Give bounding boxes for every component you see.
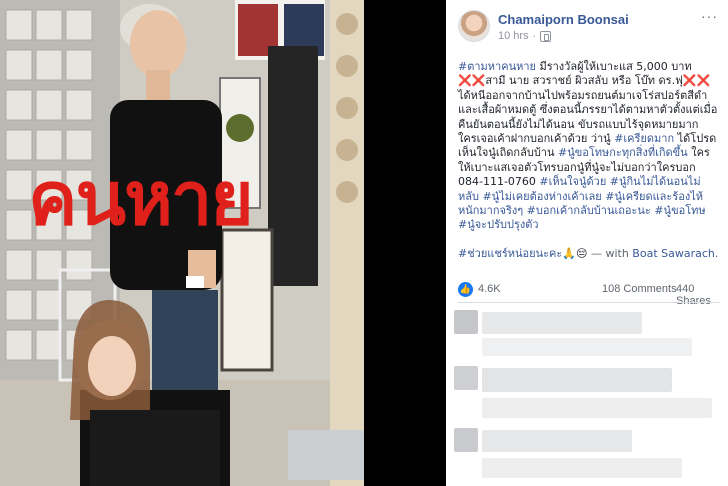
post-text-segment: สามี นาย สวราชย์ ผิวสลับ หรือ โบ๊ท ดร.ฟุ xyxy=(485,74,683,88)
avatar[interactable] xyxy=(458,10,490,42)
post-text: #ตามหาคนหาย มีรางวัลผู้ให้เบาะแส 5,000 บ… xyxy=(458,60,720,275)
reaction-bar: 👍 4.6K 108 Comments 440 Shares xyxy=(458,282,720,307)
tagged-person-link[interactable]: Boat Sawarach xyxy=(632,247,715,260)
post-photo[interactable]: คนหาย xyxy=(0,0,364,486)
hashtag-link[interactable]: #นู๋ไม่เคยต้องห่างเค้าเลย xyxy=(482,190,601,203)
missing-person-overlay: คนหาย xyxy=(28,156,254,242)
blurred-comment xyxy=(482,458,682,478)
viewer-background xyxy=(364,0,446,486)
comment-count[interactable]: 108 Comments xyxy=(602,283,677,295)
hashtag-link[interactable]: #เห็นใจนู๋ด้วย xyxy=(539,175,606,188)
hashtag-link[interactable]: #นู๋จะปรับปรุงตัว xyxy=(458,218,539,231)
privacy-public-icon[interactable] xyxy=(539,30,551,42)
blurred-comment xyxy=(482,430,632,452)
hashtag-link[interactable]: #บอกเค้ากลับบ้านเถอะนะ xyxy=(527,204,651,217)
meta-separator: · xyxy=(532,30,536,42)
blurred-comment xyxy=(482,368,672,392)
hashtag-link[interactable]: #นู๋ขอโทษกะทุกสิ่งที่เกิดขึ้น xyxy=(558,146,688,159)
hashtag-link[interactable]: #เครียดมาก xyxy=(614,132,674,145)
blurred-avatar xyxy=(454,310,478,334)
photo-illustration xyxy=(0,0,364,486)
blurred-comment xyxy=(482,338,692,356)
like-reaction-icon[interactable]: 👍 xyxy=(458,282,473,297)
hashtag-link[interactable]: #ตามหาคนหาย xyxy=(458,60,536,73)
blurred-comment xyxy=(482,312,642,334)
divider xyxy=(458,302,720,303)
post-paragraph-1: #ตามหาคนหาย มีรางวัลผู้ให้เบาะแส 5,000 บ… xyxy=(458,60,720,233)
tag-text: . xyxy=(714,246,719,260)
post-meta: 10 hrs · xyxy=(498,30,551,42)
like-count[interactable]: 4.6K xyxy=(478,283,501,295)
cross-mark-icon: ❌❌ xyxy=(458,74,486,88)
post-panel: Chamaiporn Boonsai 10 hrs · ··· #ตามหาคน… xyxy=(446,0,728,486)
author-name[interactable]: Chamaiporn Boonsai xyxy=(498,12,629,27)
hashtag-link[interactable]: #นู๋ขอโทษ xyxy=(654,204,705,217)
post-paragraph-2: #ช่วยแชร์หน่อยนะคะ🙏😔 — with Boat Sawarac… xyxy=(458,247,720,261)
post-text-segment: 🙏😔 xyxy=(562,246,588,260)
cross-mark-icon: ❌❌ xyxy=(682,74,711,88)
blurred-comment xyxy=(482,398,712,418)
blurred-comments xyxy=(446,304,728,486)
more-options-icon[interactable]: ··· xyxy=(701,8,718,24)
post-header: Chamaiporn Boonsai 10 hrs · ··· xyxy=(446,0,728,50)
hashtag-link[interactable]: #ช่วยแชร์หน่อยนะคะ xyxy=(458,247,562,260)
post-text-segment: มีรางวัลผู้ให้เบาะแส 5,000 บาท xyxy=(535,60,692,73)
blurred-avatar xyxy=(454,428,478,452)
blurred-avatar xyxy=(454,366,478,390)
tag-text: — with xyxy=(587,246,633,260)
post-time[interactable]: 10 hrs xyxy=(498,30,529,42)
